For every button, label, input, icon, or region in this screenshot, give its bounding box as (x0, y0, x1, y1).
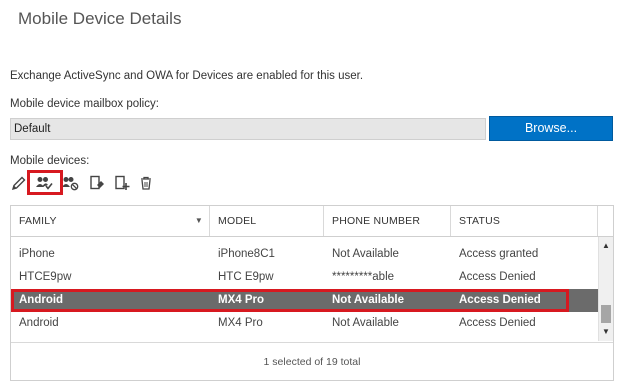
table-header: FAMILY ▼ MODEL PHONE NUMBER STATUS (11, 206, 613, 237)
sort-down-icon[interactable]: ▼ (195, 206, 203, 236)
cell-phone-number: Not Available (332, 317, 399, 329)
mobile-devices-label: Mobile devices: (10, 155, 90, 167)
page-title: Mobile Device Details (18, 9, 182, 28)
cell-model: MX4 Pro (218, 317, 263, 329)
highlight-frame (27, 170, 63, 195)
cell-status: Access Denied (459, 317, 536, 329)
cell-phone-number: *********able (332, 271, 395, 283)
selected-row-highlight (11, 289, 569, 312)
cell-model: HTC E9pw (218, 271, 274, 283)
activesync-info-text: Exchange ActiveSync and OWA for Devices … (10, 70, 364, 82)
scroll-up-icon[interactable]: ▲ (602, 241, 610, 250)
column-header-model[interactable]: MODEL (210, 206, 324, 236)
scroll-down-icon[interactable]: ▼ (602, 327, 610, 336)
cell-family: Android (19, 317, 59, 329)
selection-count: 1 selected of 19 total (11, 342, 613, 380)
cell-status: Access granted (459, 248, 539, 260)
mobile-devices-table: FAMILY ▼ MODEL PHONE NUMBER STATUS iPhone… (10, 205, 614, 381)
cell-status: Access Denied (459, 271, 536, 283)
policy-field[interactable]: Default (10, 118, 486, 140)
table-row[interactable]: iPhone iPhone8C1 Not Available Access gr… (11, 243, 598, 266)
cell-model: iPhone8C1 (218, 248, 275, 260)
policy-label: Mobile device mailbox policy: (10, 98, 159, 110)
wipe-device-icon[interactable] (88, 174, 106, 192)
column-header-status[interactable]: STATUS (451, 206, 598, 236)
column-header-phone-number[interactable]: PHONE NUMBER (324, 206, 451, 236)
cell-family: iPhone (19, 248, 55, 260)
table-scrollbar[interactable]: ▲ ▼ (598, 237, 613, 341)
block-users-icon[interactable] (61, 174, 79, 192)
cell-phone-number: Not Available (332, 248, 399, 260)
scroll-thumb[interactable] (601, 305, 611, 323)
pencil-icon[interactable] (10, 174, 28, 192)
add-device-icon[interactable] (113, 174, 131, 192)
cell-family: HTCE9pw (19, 271, 72, 283)
column-header-family[interactable]: FAMILY ▼ (11, 206, 210, 236)
table-row[interactable]: HTCE9pw HTC E9pw *********able Access De… (11, 266, 598, 289)
delete-icon[interactable] (137, 174, 155, 192)
table-row[interactable]: Android MX4 Pro Not Available Access Den… (11, 312, 598, 335)
browse-button[interactable]: Browse... (489, 116, 613, 141)
